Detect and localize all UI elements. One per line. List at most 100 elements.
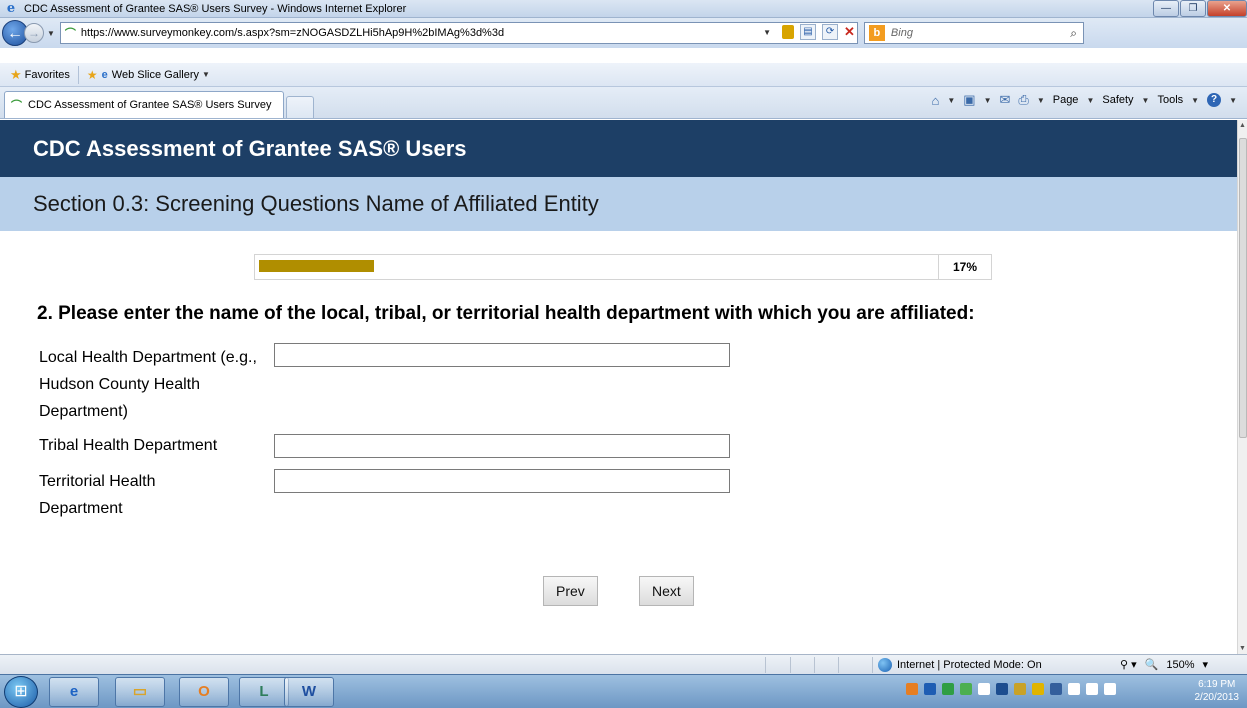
tribal-health-department-label: Tribal Health Department xyxy=(39,437,218,454)
zoom-control[interactable]: ⚲ ▾ 🔍 150% ▾ xyxy=(1120,658,1208,672)
refresh-icon[interactable]: ⟳ xyxy=(822,24,839,40)
taskbar-outlook-icon[interactable]: O xyxy=(179,677,229,707)
address-actions: ▼ ▤ ⟳ ✕ xyxy=(760,24,855,40)
tray-outlook-icon[interactable] xyxy=(906,683,918,695)
address-toolbar: ← → ▼ ⌒ https://www.surveymonkey.com/s.a… xyxy=(0,18,1247,48)
stop-icon[interactable]: ✕ xyxy=(844,24,855,40)
help-icon[interactable]: ? xyxy=(1207,93,1222,107)
tray-monitor-icon[interactable] xyxy=(1050,683,1062,695)
zoom-icon: 🔍 xyxy=(1144,659,1159,671)
new-tab-button[interactable] xyxy=(286,96,314,118)
tab-label: CDC Assessment of Grantee SAS® Users Sur… xyxy=(28,99,272,111)
scroll-thumb[interactable] xyxy=(1239,138,1247,438)
tools-menu[interactable]: Tools xyxy=(1157,94,1183,106)
tray-arrow-icon[interactable] xyxy=(978,683,990,695)
tray-wifi-icon[interactable] xyxy=(1086,683,1098,695)
taskbar-ie-icon[interactable]: e xyxy=(49,677,99,707)
feeds-icon[interactable]: ▣ xyxy=(963,92,975,108)
add-to-favorites-icon[interactable]: ★ xyxy=(87,68,98,82)
clock-date: 2/20/2013 xyxy=(1194,692,1240,703)
command-bar: ⌂ ▼ ▣ ▼ ✉ ⎙ ▼ Page ▼ Safety ▼ Tools ▼ ? ▼ xyxy=(932,92,1238,108)
taskbar-lync-icon[interactable]: L xyxy=(239,677,289,707)
scroll-down-icon[interactable]: ▼ xyxy=(1239,645,1246,652)
scroll-up-icon[interactable]: ▲ xyxy=(1239,122,1246,129)
mail-icon[interactable]: ✉ xyxy=(1000,92,1011,108)
window-titlebar: e CDC Assessment of Grantee SAS® Users S… xyxy=(0,0,1247,18)
web-slice-icon: e xyxy=(101,68,108,81)
lock-icon[interactable] xyxy=(782,25,795,39)
tray-volume-icon[interactable] xyxy=(1104,683,1116,695)
web-slice-gallery-link[interactable]: Web Slice Gallery xyxy=(112,69,199,81)
page-menu[interactable]: Page xyxy=(1053,94,1079,106)
compatibility-view-icon[interactable]: ▤ xyxy=(800,24,817,40)
progress-percent: 17% xyxy=(952,260,978,274)
address-dropdown-icon[interactable]: ▼ xyxy=(763,28,771,37)
taskbar-explorer-icon[interactable]: ▭ xyxy=(115,677,165,707)
status-divider xyxy=(765,657,766,673)
web-slice-dropdown-icon[interactable]: ▼ xyxy=(202,70,210,79)
tribal-health-department-input[interactable] xyxy=(274,434,730,458)
taskbar-clock[interactable]: 6:19 PM 2/20/2013 xyxy=(1195,678,1240,704)
print-dropdown-icon[interactable]: ▼ xyxy=(1037,96,1045,105)
home-icon[interactable]: ⌂ xyxy=(932,93,940,108)
progress-fill xyxy=(259,260,374,272)
forward-button[interactable]: → xyxy=(24,23,44,43)
minimize-button[interactable]: — xyxy=(1153,0,1179,17)
print-icon[interactable]: ⎙ xyxy=(1018,92,1028,108)
status-divider xyxy=(790,657,791,673)
prev-button[interactable]: Prev xyxy=(543,576,598,606)
system-tray xyxy=(906,683,1116,695)
favorites-separator xyxy=(77,65,79,84)
next-button[interactable]: Next xyxy=(639,576,694,606)
vertical-scrollbar[interactable]: ▲ ▼ xyxy=(1237,120,1247,654)
security-zone-label: Internet | Protected Mode: On xyxy=(897,659,1042,671)
address-field[interactable]: ⌒ https://www.surveymonkey.com/s.aspx?sm… xyxy=(59,22,858,44)
zoom-dropdown-icon[interactable]: ▾ xyxy=(1202,658,1208,671)
zoom-level[interactable]: 150% xyxy=(1166,659,1194,671)
tab-favicon-icon: ⌒ xyxy=(11,100,22,112)
local-health-department-label: Local Health Department (e.g., Hudson Co… xyxy=(39,349,257,420)
territorial-health-department-label: Territorial Health Department xyxy=(39,473,156,517)
bing-logo-icon: b xyxy=(868,25,885,41)
window-controls: — ❐ ✕ xyxy=(1152,0,1247,17)
home-dropdown-icon[interactable]: ▼ xyxy=(947,96,955,105)
safety-menu[interactable]: Safety xyxy=(1102,94,1133,106)
maximize-button[interactable]: ❐ xyxy=(1180,0,1206,17)
search-placeholder: Bing xyxy=(890,27,913,39)
section-title: Section 0.3: Screening Questions Name of… xyxy=(0,177,1237,231)
security-zone[interactable]: Internet | Protected Mode: On xyxy=(878,658,1042,672)
local-health-department-input[interactable] xyxy=(274,343,730,367)
tray-power-icon[interactable] xyxy=(1068,683,1080,695)
tray-security-icon[interactable] xyxy=(1014,683,1026,695)
territorial-health-department-input[interactable] xyxy=(274,469,730,493)
feeds-dropdown-icon[interactable]: ▼ xyxy=(984,96,992,105)
status-divider xyxy=(872,657,873,673)
search-field[interactable]: b Bing ⌕ xyxy=(863,22,1084,44)
tab-survey[interactable]: ⌒ CDC Assessment of Grantee SAS® Users S… xyxy=(4,91,284,118)
taskbar-word-icon[interactable]: W xyxy=(284,677,334,707)
status-divider xyxy=(838,657,839,673)
safety-dropdown-icon[interactable]: ▼ xyxy=(1142,96,1150,105)
tools-dropdown-icon[interactable]: ▼ xyxy=(1191,96,1199,105)
tray-display-icon[interactable] xyxy=(996,683,1008,695)
tray-chat-icon[interactable] xyxy=(960,683,972,695)
page-viewport: CDC Assessment of Grantee SAS® Users Sec… xyxy=(0,120,1237,654)
tray-bluetooth-icon[interactable] xyxy=(924,683,936,695)
window-title: CDC Assessment of Grantee SAS® Users Sur… xyxy=(24,2,407,15)
surveymonkey-favicon-icon: ⌒ xyxy=(64,28,76,40)
tray-shield-icon[interactable] xyxy=(1032,683,1044,695)
recent-pages-dropdown-icon[interactable]: ▼ xyxy=(47,29,55,38)
start-button[interactable]: ⊞ xyxy=(4,676,38,708)
ie-logo-icon: e xyxy=(6,0,16,16)
favorites-button[interactable]: Favorites xyxy=(25,69,70,81)
progress-bar: 17% xyxy=(254,254,992,280)
protected-mode-icon[interactable]: ⚲ ▾ xyxy=(1120,658,1137,671)
help-dropdown-icon[interactable]: ▼ xyxy=(1229,96,1237,105)
tray-network-icon[interactable] xyxy=(942,683,954,695)
page-dropdown-icon[interactable]: ▼ xyxy=(1086,96,1094,105)
favorites-star-icon: ★ xyxy=(10,66,22,82)
search-icon[interactable]: ⌕ xyxy=(1070,26,1077,41)
close-window-button[interactable]: ✕ xyxy=(1207,0,1247,17)
survey-title: CDC Assessment of Grantee SAS® Users xyxy=(0,120,1237,177)
status-bar: Internet | Protected Mode: On ⚲ ▾ 🔍 150%… xyxy=(0,654,1247,674)
